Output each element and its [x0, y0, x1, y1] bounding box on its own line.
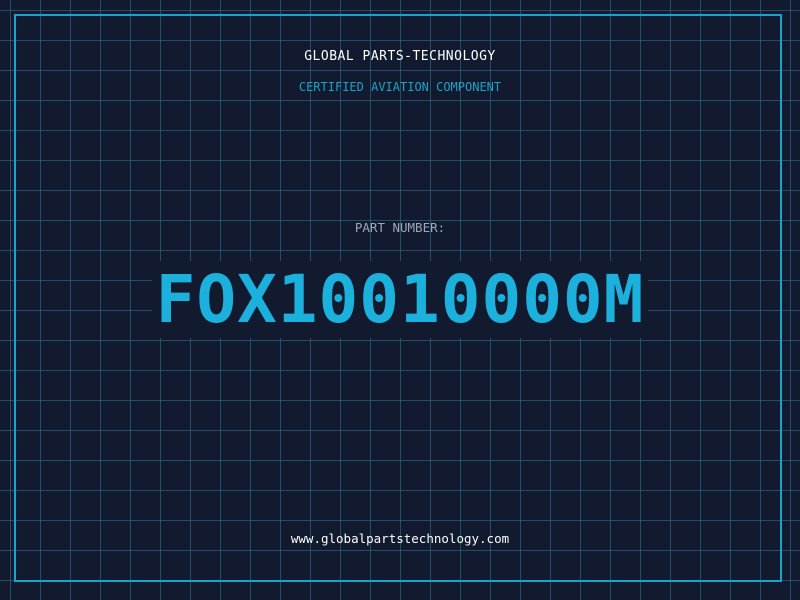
tagline: CERTIFIED AVIATION COMPONENT: [298, 80, 502, 94]
company-name: GLOBAL PARTS-TECHNOLOGY: [304, 49, 496, 64]
part-number-label: PART NUMBER:: [354, 220, 446, 235]
part-number: FOX10010000M: [0, 261, 800, 338]
certificate-canvas: GLOBAL PARTS-TECHNOLOGY CERTIFIED AVIATI…: [0, 0, 800, 600]
part-number-value: FOX10010000M: [151, 261, 649, 338]
website-url[interactable]: www.globalpartstechnology.com: [0, 531, 800, 546]
